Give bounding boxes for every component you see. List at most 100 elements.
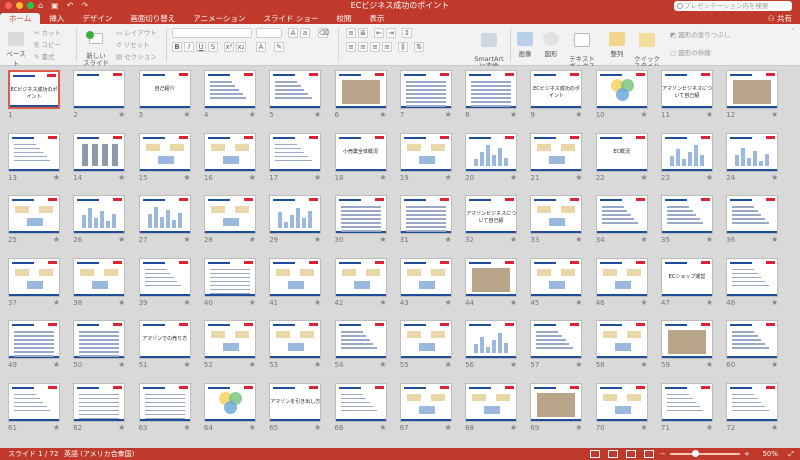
slide-thumbnail[interactable]: 4 ★ [203, 70, 256, 123]
search-input[interactable]: プレゼンテーション内を検索 [674, 1, 792, 11]
textbox-button[interactable]: テキスト ボックス [566, 26, 598, 70]
transition-star-icon[interactable]: ★ [249, 110, 256, 119]
shape-fill-button[interactable]: ◩ 図形の塗りつぶし [670, 29, 730, 39]
transition-star-icon[interactable]: ★ [706, 110, 713, 119]
transition-star-icon[interactable]: ★ [641, 235, 648, 244]
transition-star-icon[interactable]: ★ [183, 423, 190, 432]
slide-thumbnail[interactable]: EC概況 22 ★ [595, 132, 648, 186]
transition-star-icon[interactable]: ★ [118, 235, 125, 244]
tab-review[interactable]: 校閲 [327, 13, 360, 24]
cut-button[interactable]: ✂ カット [34, 27, 61, 37]
tab-view[interactable]: 表示 [360, 13, 393, 24]
transition-star-icon[interactable]: ★ [706, 298, 713, 307]
slide-thumbnail[interactable]: ECショップ運営 47 ★ [661, 257, 713, 311]
transition-star-icon[interactable]: ★ [706, 423, 713, 432]
transition-star-icon[interactable]: ★ [118, 298, 125, 307]
slide-thumbnail[interactable]: 61 ★ [8, 382, 60, 436]
slide-thumbnail[interactable]: 27 ★ [138, 195, 191, 248]
transition-star-icon[interactable]: ★ [771, 110, 778, 119]
bullets-icon[interactable]: ≡ [346, 28, 356, 38]
slide-thumbnail[interactable]: 63 ★ [138, 382, 191, 436]
slide-thumbnail[interactable]: 42 ★ [334, 257, 387, 311]
slide-thumbnail[interactable]: 38 ★ [73, 257, 126, 311]
increase-indent-icon[interactable]: ⇥ [386, 28, 396, 38]
transition-star-icon[interactable]: ★ [118, 110, 125, 119]
transition-star-icon[interactable]: ★ [183, 360, 190, 369]
slide-thumbnail[interactable]: 60 ★ [726, 320, 779, 373]
grow-font-icon[interactable]: A [288, 28, 298, 38]
format-painter-button[interactable]: ✎ 書式 [34, 51, 55, 61]
picture-button[interactable]: 画像 [514, 32, 536, 58]
transition-star-icon[interactable]: ★ [183, 173, 190, 182]
transition-star-icon[interactable]: ★ [183, 298, 190, 307]
new-slide-button[interactable]: 新しい スライド [82, 26, 110, 67]
layout-button[interactable]: ▭ レイアウト [116, 27, 157, 37]
transition-star-icon[interactable]: ★ [771, 173, 778, 182]
slide-thumbnail[interactable]: 56 ★ [465, 320, 518, 373]
transition-star-icon[interactable]: ★ [118, 423, 125, 432]
transition-star-icon[interactable]: ★ [706, 235, 713, 244]
slide-thumbnail[interactable]: 6 ★ [334, 70, 387, 123]
slide-thumbnail[interactable]: 72 ★ [726, 382, 779, 436]
slide-thumbnail[interactable]: 62 ★ [73, 382, 126, 436]
slide-thumbnail[interactable]: 自己紹介 3 ★ [138, 70, 191, 123]
transition-star-icon[interactable]: ★ [249, 235, 256, 244]
slide-thumbnail[interactable]: 50 ★ [73, 320, 126, 373]
transition-star-icon[interactable]: ★ [510, 360, 517, 369]
reading-view-icon[interactable] [626, 450, 636, 458]
smartart-button[interactable]: SmartArt に変換 [474, 26, 504, 70]
slide-thumbnail[interactable]: 26 ★ [73, 195, 126, 248]
italic-icon[interactable]: I [184, 42, 194, 52]
font-name-field[interactable] [172, 28, 252, 38]
slide-thumbnail[interactable]: 53 ★ [269, 320, 322, 373]
transition-star-icon[interactable]: ★ [314, 173, 321, 182]
zoom-out-icon[interactable]: − [660, 448, 666, 460]
slide-thumbnail[interactable]: 23 ★ [661, 132, 713, 186]
share-button[interactable]: ⚇ 共有 [768, 13, 792, 24]
slide-thumbnail[interactable]: 5 ★ [269, 70, 322, 123]
transition-star-icon[interactable]: ★ [575, 298, 582, 307]
transition-star-icon[interactable]: ★ [53, 298, 60, 307]
transition-star-icon[interactable]: ★ [771, 298, 778, 307]
transition-star-icon[interactable]: ★ [771, 360, 778, 369]
quick-styles-button[interactable]: クイック スタイル [632, 26, 662, 70]
bold-icon[interactable]: B [172, 42, 182, 52]
slide-thumbnail[interactable]: 31 ★ [399, 195, 452, 248]
superscript-icon[interactable]: x² [224, 42, 234, 52]
slide-thumbnail[interactable]: ECビジネス成功のポイント 9 ★ [530, 70, 583, 123]
numbering-icon[interactable]: ≣ [358, 28, 368, 38]
highlight-icon[interactable]: ✎ [274, 42, 284, 52]
transition-star-icon[interactable]: ★ [314, 110, 321, 119]
transition-star-icon[interactable]: ★ [183, 235, 190, 244]
strikethrough-icon[interactable]: S [208, 42, 218, 52]
transition-star-icon[interactable]: ★ [706, 360, 713, 369]
language-indicator[interactable]: 英語 (アメリカ合衆国) [64, 448, 134, 460]
slide-thumbnail[interactable]: 2 ★ [73, 70, 126, 123]
reset-button[interactable]: ↺ リセット [116, 39, 150, 49]
underline-icon[interactable]: U [196, 42, 206, 52]
transition-star-icon[interactable]: ★ [445, 110, 452, 119]
font-size-field[interactable] [256, 28, 282, 38]
transition-star-icon[interactable]: ★ [183, 110, 190, 119]
transition-star-icon[interactable]: ★ [445, 423, 452, 432]
tab-slideshow[interactable]: スライド ショー [254, 13, 327, 24]
decrease-indent-icon[interactable]: ⇤ [374, 28, 384, 38]
text-direction-icon[interactable]: ⇅ [414, 42, 424, 52]
slide-thumbnail[interactable]: 43 ★ [399, 257, 452, 311]
tab-design[interactable]: デザイン [73, 13, 121, 24]
transition-star-icon[interactable]: ★ [575, 360, 582, 369]
align-center-icon[interactable]: ≡ [358, 42, 368, 52]
transition-star-icon[interactable]: ★ [575, 235, 582, 244]
slide-thumbnail[interactable]: 44 ★ [465, 257, 518, 311]
transition-star-icon[interactable]: ★ [641, 423, 648, 432]
transition-star-icon[interactable]: ★ [641, 360, 648, 369]
slide-thumbnail[interactable]: アマゾンを引き出し方 65 ★ [269, 382, 322, 436]
columns-icon[interactable]: ⫼ [398, 42, 408, 52]
transition-star-icon[interactable]: ★ [379, 235, 386, 244]
line-spacing-icon[interactable]: ↕ [402, 28, 412, 38]
transition-star-icon[interactable]: ★ [641, 298, 648, 307]
transition-star-icon[interactable]: ★ [641, 173, 648, 182]
slide-thumbnail[interactable]: 52 ★ [203, 320, 256, 373]
justify-icon[interactable]: ≡ [382, 42, 392, 52]
slide-thumbnail[interactable]: 69 ★ [530, 382, 583, 436]
